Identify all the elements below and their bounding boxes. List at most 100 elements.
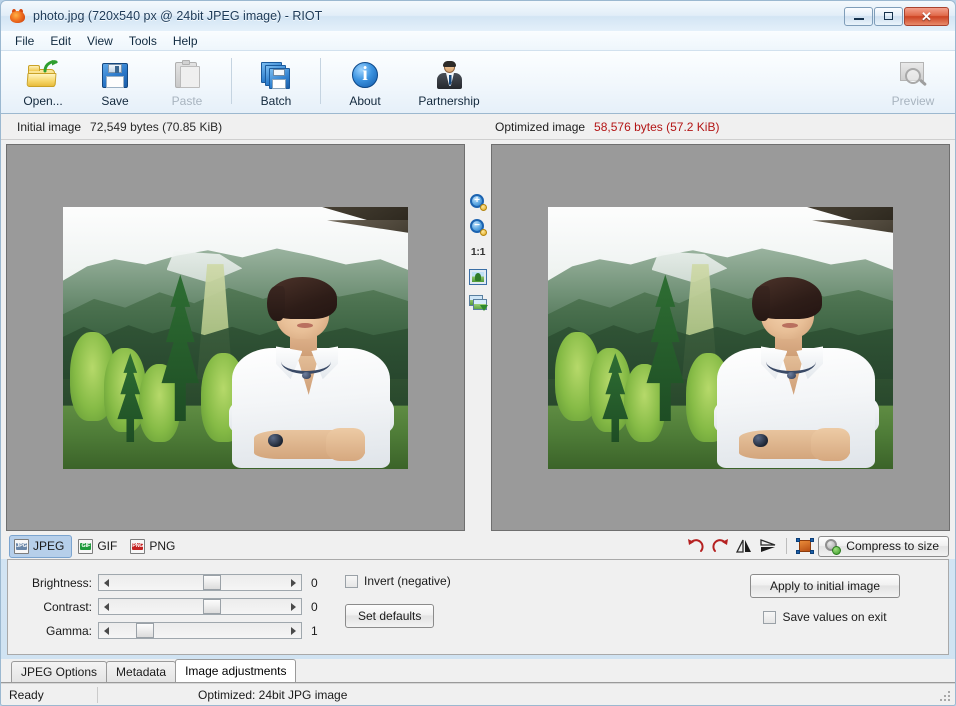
toolbar-separator-2 bbox=[320, 58, 321, 104]
maximize-button[interactable] bbox=[874, 6, 903, 26]
brightness-decrease-arrow[interactable] bbox=[99, 575, 114, 590]
resize-grip[interactable] bbox=[939, 690, 952, 703]
save-values-checkbox-row[interactable]: Save values on exit bbox=[750, 610, 900, 624]
toolbar-paste-button: Paste bbox=[151, 55, 223, 111]
save-floppy-icon bbox=[99, 59, 131, 91]
contrast-thumb[interactable] bbox=[203, 599, 222, 614]
about-info-icon: i bbox=[349, 59, 381, 91]
contrast-slider[interactable] bbox=[98, 598, 302, 615]
flip-vertical-button[interactable] bbox=[757, 536, 779, 556]
gamma-thumb[interactable] bbox=[136, 623, 155, 638]
contrast-increase-arrow[interactable] bbox=[286, 599, 301, 614]
toolbar-partnership-label: Partnership bbox=[418, 94, 480, 108]
compress-to-size-label: Compress to size bbox=[846, 539, 939, 553]
status-right: Optimized: 24bit JPG image bbox=[198, 687, 348, 702]
minimize-button[interactable] bbox=[844, 6, 873, 26]
open-folder-icon bbox=[26, 59, 59, 91]
batch-icon bbox=[260, 59, 292, 91]
format-toolbar: JPG JPEG GIF GIF PNG PNG Compress to siz… bbox=[1, 533, 955, 559]
duplicate-image-button[interactable] bbox=[468, 292, 488, 312]
window-controls: ✕ bbox=[844, 6, 951, 26]
png-file-icon: PNG bbox=[130, 538, 146, 554]
save-values-label: Save values on exit bbox=[782, 610, 887, 624]
toolbar-preview-label: Preview bbox=[891, 94, 935, 108]
gamma-increase-arrow[interactable] bbox=[286, 623, 301, 638]
menu-view[interactable]: View bbox=[79, 32, 121, 50]
gamma-decrease-arrow[interactable] bbox=[99, 623, 114, 638]
invert-negative-checkbox[interactable] bbox=[345, 574, 358, 588]
sliders-group: Brightness: 0 Contrast: 0 Gamma: 1 bbox=[8, 560, 335, 654]
zoom-out-button[interactable]: − bbox=[468, 217, 488, 237]
tab-image-adjustments[interactable]: Image adjustments bbox=[175, 659, 297, 682]
brightness-increase-arrow[interactable] bbox=[286, 575, 301, 590]
gamma-row: Gamma: 1 bbox=[26, 620, 335, 641]
optimized-image-size: 58,576 bytes (57.2 KiB) bbox=[594, 119, 720, 134]
compress-to-size-button[interactable]: Compress to size bbox=[818, 535, 949, 557]
format-tab-gif[interactable]: GIF GIF bbox=[74, 536, 124, 557]
fit-to-window-button[interactable] bbox=[468, 267, 488, 287]
toolbar-batch-button[interactable]: Batch bbox=[240, 55, 312, 111]
zoom-toolbar: + − 1:1 bbox=[465, 144, 491, 531]
optimized-image-pane[interactable] bbox=[491, 144, 950, 531]
riot-main-window: photo.jpg (720x540 px @ 24bit JPEG image… bbox=[0, 0, 956, 706]
invert-defaults-group: Invert (negative) Set defaults bbox=[335, 560, 451, 654]
initial-image-size: 72,549 bytes (70.85 KiB) bbox=[90, 119, 223, 134]
apply-to-initial-image-button[interactable]: Apply to initial image bbox=[750, 574, 900, 598]
set-defaults-button[interactable]: Set defaults bbox=[345, 604, 435, 628]
initial-image-photo bbox=[63, 206, 408, 469]
zoom-ratio-button[interactable]: 1:1 bbox=[468, 242, 488, 262]
resize-image-button[interactable] bbox=[794, 536, 816, 556]
menu-file[interactable]: File bbox=[7, 32, 42, 50]
rotate-right-icon bbox=[712, 539, 729, 552]
contrast-label: Contrast: bbox=[43, 599, 92, 614]
copy-image-icon bbox=[469, 294, 488, 311]
toolbar-open-button[interactable]: Open... bbox=[7, 55, 79, 111]
maximize-icon bbox=[884, 12, 893, 20]
gamma-track[interactable] bbox=[114, 623, 286, 638]
close-button[interactable]: ✕ bbox=[904, 6, 949, 26]
tab-metadata[interactable]: Metadata bbox=[106, 661, 177, 682]
optimized-image-info: Optimized image 58,576 bytes (57.2 KiB) bbox=[479, 120, 719, 134]
format-tab-gif-label: GIF bbox=[97, 539, 118, 553]
toolbar-about-label: About bbox=[349, 94, 381, 108]
zoom-in-button[interactable]: + bbox=[468, 192, 488, 212]
gamma-slider[interactable] bbox=[98, 622, 302, 639]
menu-help[interactable]: Help bbox=[165, 32, 206, 50]
image-info-bar: Initial image 72,549 bytes (70.85 KiB) O… bbox=[1, 114, 955, 140]
invert-negative-label: Invert (negative) bbox=[364, 574, 451, 588]
format-tab-png[interactable]: PNG PNG bbox=[126, 536, 182, 557]
optimized-image-photo bbox=[548, 206, 893, 469]
flip-horizontal-button[interactable] bbox=[733, 536, 755, 556]
rotate-left-button[interactable] bbox=[685, 536, 707, 556]
window-title: photo.jpg (720x540 px @ 24bit JPEG image… bbox=[33, 9, 323, 23]
invert-negative-checkbox-row[interactable]: Invert (negative) bbox=[345, 574, 451, 588]
apply-group: Apply to initial image Save values on ex… bbox=[750, 560, 948, 654]
menu-tools[interactable]: Tools bbox=[121, 32, 165, 50]
toolbar-partnership-button[interactable]: Partnership bbox=[401, 55, 497, 111]
format-tab-png-label: PNG bbox=[149, 539, 176, 553]
tab-jpeg-options[interactable]: JPEG Options bbox=[11, 661, 108, 682]
rotate-right-button[interactable] bbox=[709, 536, 731, 556]
gear-compress-icon bbox=[825, 538, 842, 555]
format-tab-jpeg[interactable]: JPG JPEG bbox=[9, 534, 73, 558]
contrast-track[interactable] bbox=[114, 599, 286, 614]
toolbar-batch-label: Batch bbox=[260, 94, 292, 108]
options-tab-bar: JPEG Options Metadata Image adjustments bbox=[1, 659, 955, 683]
brightness-thumb[interactable] bbox=[203, 575, 222, 590]
toolbar-about-button[interactable]: i About bbox=[329, 55, 401, 111]
menu-edit[interactable]: Edit bbox=[42, 32, 79, 50]
brightness-slider[interactable] bbox=[98, 574, 302, 591]
preview-panes: + − 1:1 bbox=[1, 140, 955, 533]
save-values-checkbox[interactable] bbox=[763, 610, 777, 624]
toolbar-preview-button: Preview bbox=[877, 55, 949, 111]
toolbar-save-button[interactable]: Save bbox=[79, 55, 151, 111]
initial-image-pane[interactable] bbox=[6, 144, 465, 531]
contrast-decrease-arrow[interactable] bbox=[99, 599, 114, 614]
riot-app-icon bbox=[9, 8, 26, 25]
brightness-track[interactable] bbox=[114, 575, 286, 590]
image-adjustments-panel: Brightness: 0 Contrast: 0 Gamma: 1 Inver… bbox=[7, 559, 949, 655]
brightness-row: Brightness: 0 bbox=[26, 572, 335, 593]
close-icon: ✕ bbox=[921, 8, 932, 24]
format-tab-jpeg-label: JPEG bbox=[33, 539, 65, 553]
set-defaults-label: Set defaults bbox=[358, 609, 422, 623]
